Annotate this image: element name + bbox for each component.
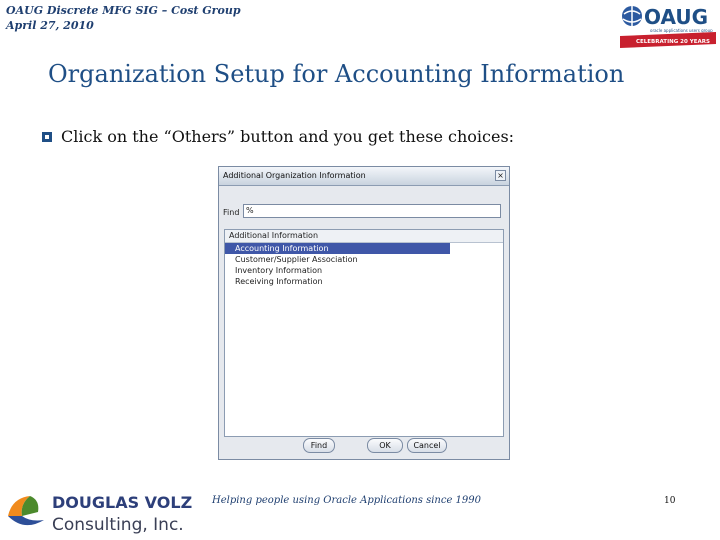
list-item-accounting-information[interactable]: Accounting Information (225, 243, 450, 254)
bullet-point: Click on the “Others” button and you get… (42, 127, 514, 146)
close-icon[interactable]: × (495, 170, 506, 181)
find-label: Find (223, 208, 240, 217)
find-input[interactable]: % (243, 204, 501, 218)
swirl-logo-icon (8, 496, 44, 526)
slide-title: Organization Setup for Accounting Inform… (48, 60, 625, 88)
page-number: 10 (664, 496, 676, 506)
company-subname: Consulting, Inc. (52, 515, 184, 535)
footer-tagline: Helping people using Oracle Applications… (212, 495, 482, 506)
douglas-volz-logo: DOUGLAS VOLZ Consulting, Inc. (8, 493, 192, 535)
header-date-line: April 27, 2010 (6, 19, 94, 32)
dialog-title-bar[interactable]: Additional Organization Information × (219, 167, 509, 186)
find-button[interactable]: Find (303, 438, 335, 453)
oaug-ribbon-text: CELEBRATING 20 YEARS (636, 39, 710, 45)
dialog-title: Additional Organization Information (223, 171, 366, 180)
cancel-button[interactable]: Cancel (407, 438, 447, 453)
list-item-receiving-information[interactable]: Receiving Information (225, 276, 450, 287)
list-column-header: Additional Information (225, 230, 503, 243)
list-item-inventory-information[interactable]: Inventory Information (225, 265, 450, 276)
bullet-text: Click on the “Others” button and you get… (61, 127, 515, 146)
header-text: OAUG Discrete MFG SIG – Cost Group April… (6, 3, 241, 33)
oaug-tagline: oracle applications users group (650, 28, 713, 33)
dialog-button-bar: Find OK Cancel (219, 438, 509, 454)
additional-org-info-dialog: Additional Organization Information × Fi… (218, 166, 510, 460)
oaug-globe-icon (622, 6, 642, 26)
header-sig-line: OAUG Discrete MFG SIG – Cost Group (6, 4, 241, 17)
list-item-customer-supplier-association[interactable]: Customer/Supplier Association (225, 254, 450, 265)
oaug-logo: OAUG oracle applications users group CEL… (620, 5, 716, 48)
additional-info-list: Additional Information Accounting Inform… (224, 229, 504, 437)
ok-button[interactable]: OK (367, 438, 403, 453)
company-name: DOUGLAS VOLZ (52, 493, 192, 512)
square-bullet-icon (42, 131, 52, 142)
oaug-logo-text: OAUG (644, 5, 708, 29)
